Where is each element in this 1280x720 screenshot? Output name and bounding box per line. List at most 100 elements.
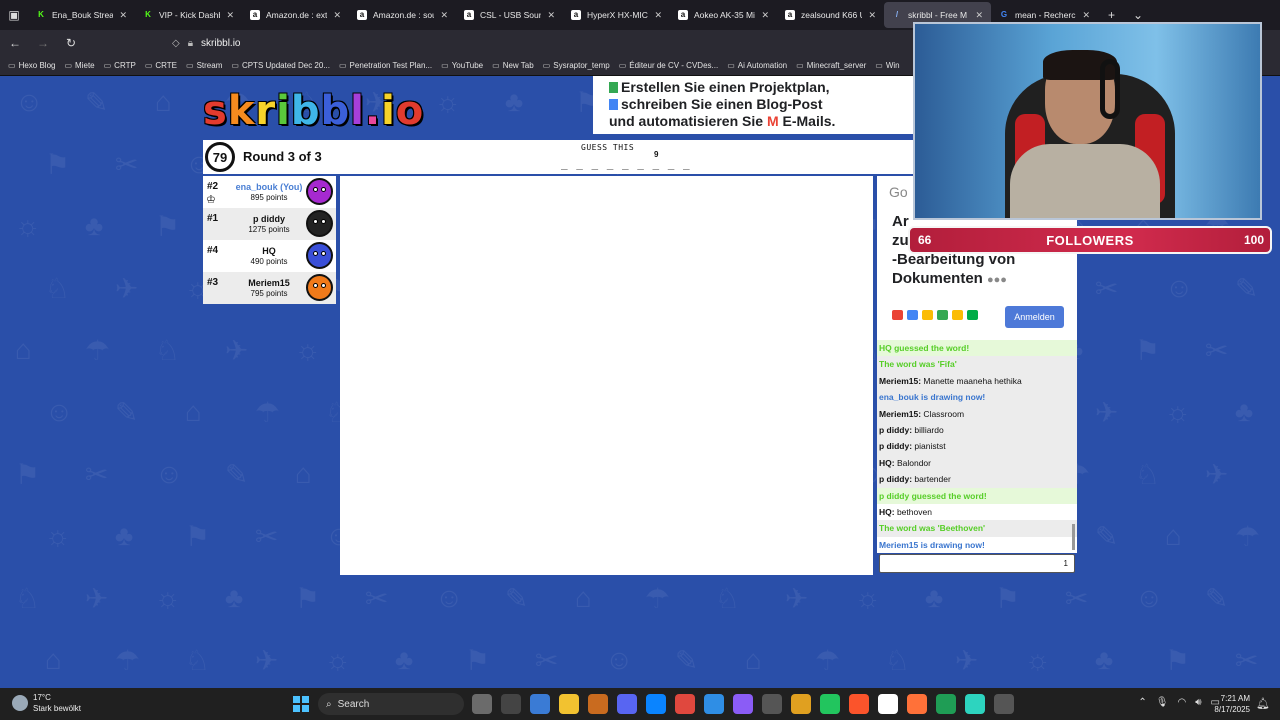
sheets-icon	[609, 82, 618, 93]
lock-icon[interactable]: 🔒︎	[188, 38, 193, 49]
app-icon[interactable]	[936, 694, 956, 714]
keep-app-icon	[952, 310, 963, 320]
bookmark-label: Miete	[75, 61, 95, 70]
close-tab-icon[interactable]: ✕	[547, 10, 555, 21]
close-tab-icon[interactable]: ✕	[868, 10, 876, 21]
close-tab-icon[interactable]: ✕	[1082, 10, 1090, 21]
terminal-icon[interactable]	[588, 694, 608, 714]
new-tab-icon[interactable]: +	[1108, 8, 1115, 22]
copilot-icon[interactable]	[530, 694, 550, 714]
taskbar-search[interactable]: ⌕ Search	[318, 693, 464, 715]
avatar-group-icon: ●●●	[987, 274, 1007, 286]
bookmark-item[interactable]: ▭ CPTS Updated Dec 20...	[231, 61, 330, 70]
player-row[interactable]: #1 p diddy 1275 points	[203, 208, 336, 240]
file-explorer-icon[interactable]	[559, 694, 579, 714]
skribbl-logo[interactable]: skribbl.io	[203, 88, 424, 134]
reload-icon[interactable]: ↻	[64, 36, 78, 50]
chat-author: p diddy:	[879, 441, 913, 452]
windows-start-icon[interactable]	[293, 696, 309, 712]
gmail-icon: M	[766, 113, 779, 129]
bookmark-item[interactable]: ▭ Minecraft_server	[796, 61, 866, 70]
bookmark-label: Win	[885, 61, 900, 70]
bookmark-label: New Tab	[502, 61, 534, 70]
chat-input[interactable]: 1	[879, 554, 1075, 573]
browser-tab[interactable]: a Amazon.de : extern ✕	[242, 2, 349, 28]
player-row[interactable]: #2 ♔ ena_bouk (You) 895 points	[203, 176, 336, 208]
bookmark-item[interactable]: ▭ Ai Automation	[727, 61, 787, 70]
bookmark-item[interactable]: ▭ Miete	[64, 61, 94, 70]
vscode-icon[interactable]	[704, 694, 724, 714]
ad-banner[interactable]: Erstellen Sie einen Projektplan, schreib…	[593, 76, 923, 134]
browser-tab[interactable]: a Amazon.de : sound ✕	[349, 2, 456, 28]
bookmark-item[interactable]: ▭ Win	[875, 61, 899, 70]
bookmark-item[interactable]: ▭ New Tab	[492, 61, 534, 70]
tab-list-icon[interactable]: ▣	[0, 0, 28, 30]
tab-title: CSL - USB Sound C	[480, 10, 542, 20]
bookmark-item[interactable]: ▭ Sysraptor_temp	[543, 61, 610, 70]
bookmark-item[interactable]: ▭ Stream	[186, 61, 222, 70]
bookmark-label: Sysraptor_temp	[553, 61, 610, 70]
close-tab-icon[interactable]: ✕	[226, 10, 234, 21]
url-text[interactable]: skribbl.io	[201, 38, 240, 49]
tradingview-icon[interactable]	[878, 694, 898, 714]
widget-icon[interactable]	[501, 694, 521, 714]
forward-arrow-icon[interactable]: →	[36, 36, 50, 50]
calculator-icon[interactable]	[762, 694, 782, 714]
brave-icon[interactable]	[849, 694, 869, 714]
folder-icon: ▭	[8, 61, 16, 70]
player-row[interactable]: #3 Meriem15 795 points	[203, 272, 336, 304]
bookmark-item[interactable]: ▭ CRTP	[104, 61, 136, 70]
player-points: 895 points	[250, 193, 288, 202]
tab-overflow-chevron-icon[interactable]: ⌄	[1133, 8, 1143, 22]
close-tab-icon[interactable]: ✕	[761, 10, 769, 21]
tray-chevron-icon[interactable]: ⌃	[1138, 697, 1146, 708]
close-tab-icon[interactable]: ✕	[333, 10, 341, 21]
chat-text: The word was 'Beethoven'	[879, 523, 986, 534]
chat-log[interactable]: HQ guessed the word! The word was 'Fifa' M…	[877, 340, 1077, 553]
bookmark-item[interactable]: ▭ CRTE	[145, 61, 177, 70]
microphone-icon[interactable]: 🎙︎	[1156, 697, 1169, 708]
box-icon[interactable]	[791, 694, 811, 714]
discord-icon[interactable]	[617, 694, 637, 714]
player-name: HQ	[262, 246, 276, 256]
taskbar-clock[interactable]: 7:21 AM 8/17/2025	[1214, 693, 1250, 715]
photo-icon[interactable]	[472, 694, 492, 714]
messenger-icon[interactable]	[646, 694, 666, 714]
app-icon[interactable]	[675, 694, 695, 714]
drawing-canvas[interactable]	[340, 176, 873, 575]
close-tab-icon[interactable]: ✕	[654, 10, 662, 21]
close-tab-icon[interactable]: ✕	[440, 10, 448, 21]
close-tab-icon[interactable]: ✕	[975, 10, 983, 21]
folder-icon: ▭	[144, 61, 153, 70]
chat-scrollbar[interactable]	[1072, 524, 1075, 550]
obs-icon[interactable]	[994, 694, 1014, 714]
notification-bell-icon[interactable]: 🔔︎	[1256, 697, 1270, 710]
weather-widget[interactable]: 17°C Stark bewölkt	[12, 692, 81, 714]
firefox-icon[interactable]	[907, 694, 927, 714]
pycharm-icon[interactable]	[820, 694, 840, 714]
bookmark-item[interactable]: ▭ Éditeur de CV - CVDes...	[619, 61, 718, 70]
browser-tab[interactable]: a CSL - USB Sound C ✕	[456, 2, 563, 28]
browser-tab[interactable]: K Ena_Bouk Stream - ✕	[28, 2, 135, 28]
ad-signin-button[interactable]: Anmelden	[1005, 306, 1064, 328]
bookmark-item[interactable]: ▭ YouTube	[441, 61, 483, 70]
bookmark-item[interactable]: ▭ Penetration Test Plan...	[339, 61, 432, 70]
bookmark-item[interactable]: ▭ Hexo Blog	[8, 61, 55, 70]
browser-tab[interactable]: a HyperX HX-MICQC ✕	[563, 2, 670, 28]
player-row[interactable]: #4 HQ 490 points	[203, 240, 336, 272]
address-bar[interactable]: ◇ 🔒︎ skribbl.io	[172, 38, 241, 49]
chat-author: Meriem15:	[879, 408, 922, 419]
shield-icon[interactable]: ◇	[172, 38, 180, 49]
wifi-icon[interactable]: ◠	[1178, 697, 1187, 708]
back-arrow-icon[interactable]: ←	[8, 36, 22, 50]
bolt-icon[interactable]	[965, 694, 985, 714]
browser-tab[interactable]: K VIP - Kick Dashboard ✕	[135, 2, 242, 28]
browser-tab[interactable]: a Aokeo AK-35 Micro ✕	[670, 2, 777, 28]
browser-tab[interactable]: a zealsound K66 USB ✕	[777, 2, 884, 28]
word-length: 9	[654, 150, 659, 159]
volume-icon[interactable]: 🔊︎	[1195, 697, 1201, 708]
close-tab-icon[interactable]: ✕	[119, 10, 127, 21]
windows-taskbar: 17°C Stark bewölkt ⌕ Search ⌃ 🎙︎ ◠ 🔊︎ ▭ …	[0, 688, 1280, 720]
obsidian-icon[interactable]	[733, 694, 753, 714]
player-avatar	[306, 274, 333, 301]
